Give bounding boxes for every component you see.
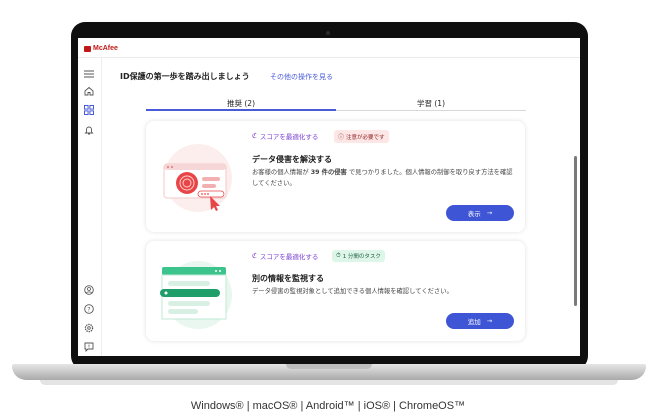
card-description: お客様の個人情報が 39 件の侵害 で見つかりました。個人情報の制御を取り戻す方… xyxy=(252,169,513,187)
breach-card: ℭ スコアを最適化する ⓘ 注意が必要です データ侵害を解決する お客様の個人情… xyxy=(146,121,525,232)
sidebar: ? xyxy=(78,58,102,356)
breach-count: 39 件の侵害 xyxy=(310,169,347,176)
breach-illustration xyxy=(158,138,238,218)
laptop-base-shadow xyxy=(40,380,618,385)
active-tab-indicator xyxy=(146,109,336,111)
card-description: データ侵害の監視対象として追加できる個人情報を確認してください。 xyxy=(252,288,453,295)
arrow-right-icon: → xyxy=(486,209,493,217)
svg-text:?: ? xyxy=(87,306,90,313)
mcafee-shield-icon xyxy=(84,45,91,52)
status-badge: ⓘ 注意が必要です xyxy=(334,130,389,143)
view-button[interactable]: 表示 → xyxy=(446,205,514,221)
optimize-score-icon: ℭ xyxy=(252,252,257,260)
account-icon[interactable] xyxy=(83,284,95,296)
apps-grid-icon[interactable] xyxy=(83,104,95,116)
mcafee-logo: McAfee xyxy=(84,45,118,52)
alert-icon: ⓘ xyxy=(338,134,345,141)
app-window: McAfee ? ID保護の第一歩を踏み出しましょう その他の操作を見る 推奨 … xyxy=(78,38,580,356)
other-actions-link[interactable]: その他の操作を見る xyxy=(270,72,333,82)
camera xyxy=(326,31,330,35)
card-title: データ侵害を解決する xyxy=(252,155,332,164)
category-chip: ℭ スコアを最適化する xyxy=(252,252,319,261)
monitor-illustration xyxy=(158,253,238,333)
tab-recommended[interactable]: 推奨 (2) xyxy=(146,98,336,109)
arrow-right-icon: → xyxy=(486,317,493,325)
menu-icon[interactable] xyxy=(83,68,95,80)
home-icon[interactable] xyxy=(83,85,95,97)
card-title: 別の情報を監視する xyxy=(252,274,324,283)
settings-icon[interactable] xyxy=(83,322,95,334)
tab-learning[interactable]: 学習 (1) xyxy=(336,98,526,109)
page-title: ID保護の第一歩を踏み出しましょう xyxy=(120,72,250,81)
feedback-icon[interactable] xyxy=(83,341,95,353)
timer-icon: ⏱ xyxy=(336,252,341,259)
bell-icon[interactable] xyxy=(83,124,95,136)
category-chip: ℭ スコアを最適化する xyxy=(252,132,319,141)
laptop-notch xyxy=(286,364,372,369)
add-button[interactable]: 追加 → xyxy=(446,313,514,329)
optimize-score-icon: ℭ xyxy=(252,132,257,140)
monitor-card: ℭ スコアを最適化する ⏱ 1 分間のタスク 別の情報を監視する データ侵害の監… xyxy=(146,241,525,341)
header-divider xyxy=(78,57,580,58)
task-badge: ⏱ 1 分間のタスク xyxy=(332,250,385,262)
help-icon[interactable]: ? xyxy=(83,303,95,315)
supported-platforms: Windows® | macOS® | Android™ | iOS® | Ch… xyxy=(190,400,466,412)
scrollbar[interactable] xyxy=(574,156,577,306)
